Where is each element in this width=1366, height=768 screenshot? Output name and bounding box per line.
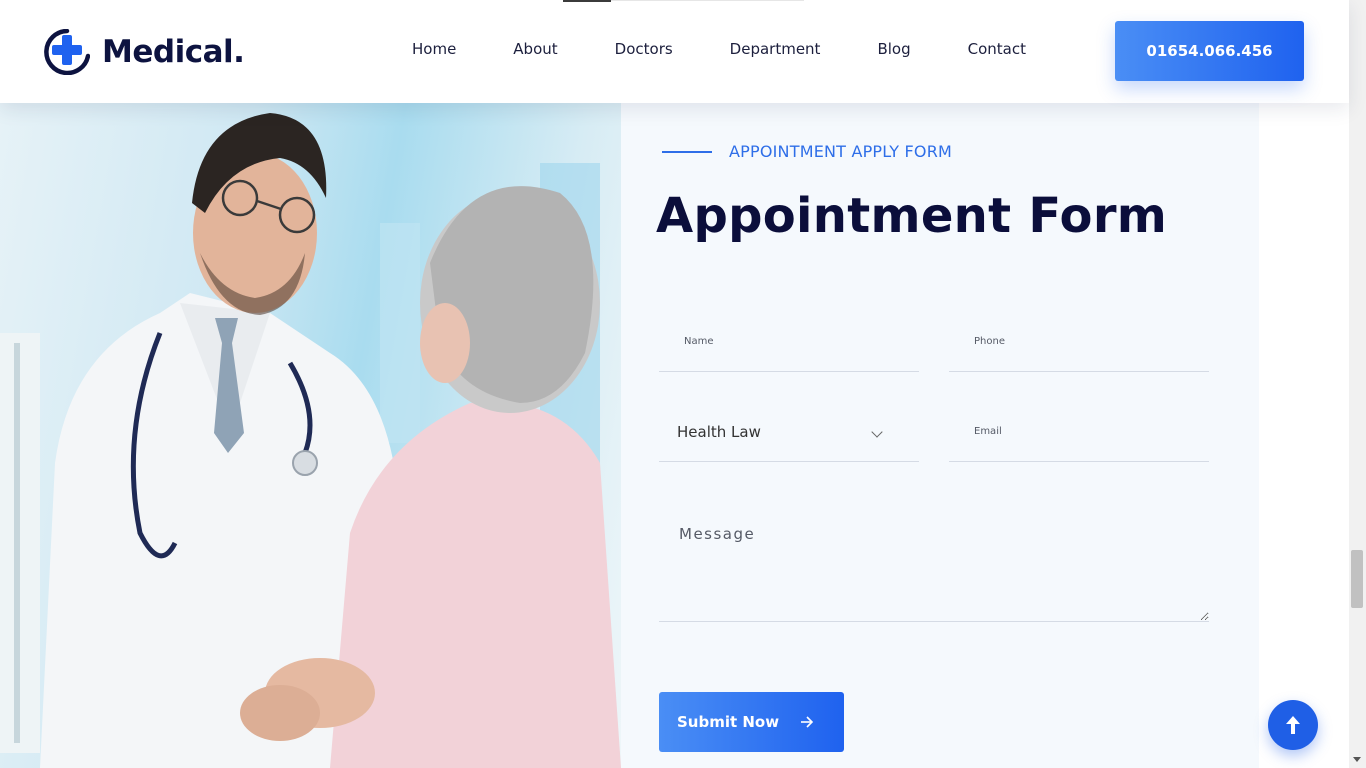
submit-label: Submit Now bbox=[677, 713, 780, 731]
scrollbar-track[interactable] bbox=[1349, 0, 1366, 768]
department-select[interactable]: Health Law bbox=[659, 402, 919, 462]
eyebrow-line bbox=[662, 151, 712, 153]
name-field bbox=[659, 312, 919, 372]
arrow-up-icon bbox=[1286, 716, 1300, 734]
nav-about[interactable]: About bbox=[513, 40, 557, 58]
message-textarea[interactable] bbox=[659, 503, 1209, 621]
phone-field bbox=[949, 312, 1209, 372]
name-input[interactable] bbox=[659, 312, 919, 371]
submit-button[interactable]: Submit Now bbox=[659, 692, 844, 752]
scroll-down-arrow-icon[interactable] bbox=[1353, 757, 1361, 762]
site-header: Medical. Home About Doctors Department B… bbox=[0, 0, 1349, 103]
phone-input[interactable] bbox=[949, 312, 1209, 371]
nav-home[interactable]: Home bbox=[412, 40, 456, 58]
medical-cross-icon bbox=[44, 28, 91, 76]
email-input[interactable] bbox=[949, 402, 1209, 461]
nav-contact[interactable]: Contact bbox=[968, 40, 1026, 58]
chevron-down-icon bbox=[871, 426, 883, 438]
scrollbar-thumb[interactable] bbox=[1351, 550, 1363, 608]
logo[interactable]: Medical. bbox=[44, 28, 245, 76]
nav-department[interactable]: Department bbox=[730, 40, 821, 58]
section-eyebrow: APPOINTMENT APPLY FORM bbox=[729, 142, 953, 161]
email-field bbox=[949, 402, 1209, 462]
form-title: Appointment Form bbox=[656, 188, 1168, 244]
top-progress-indicator bbox=[563, 0, 611, 2]
main-nav: Home About Doctors Department Blog Conta… bbox=[412, 40, 1083, 58]
back-to-top-button[interactable] bbox=[1268, 700, 1318, 750]
nav-blog[interactable]: Blog bbox=[877, 40, 910, 58]
arrow-right-icon bbox=[801, 716, 814, 728]
message-field bbox=[659, 503, 1209, 622]
appointment-form-panel: APPOINTMENT APPLY FORM Appointment Form … bbox=[621, 103, 1259, 768]
department-selected-value: Health Law bbox=[677, 422, 761, 441]
doctor-patient-photo bbox=[0, 103, 621, 768]
logo-text: Medical. bbox=[102, 34, 245, 70]
phone-button[interactable]: 01654.066.456 bbox=[1115, 21, 1304, 81]
nav-doctors[interactable]: Doctors bbox=[615, 40, 673, 58]
